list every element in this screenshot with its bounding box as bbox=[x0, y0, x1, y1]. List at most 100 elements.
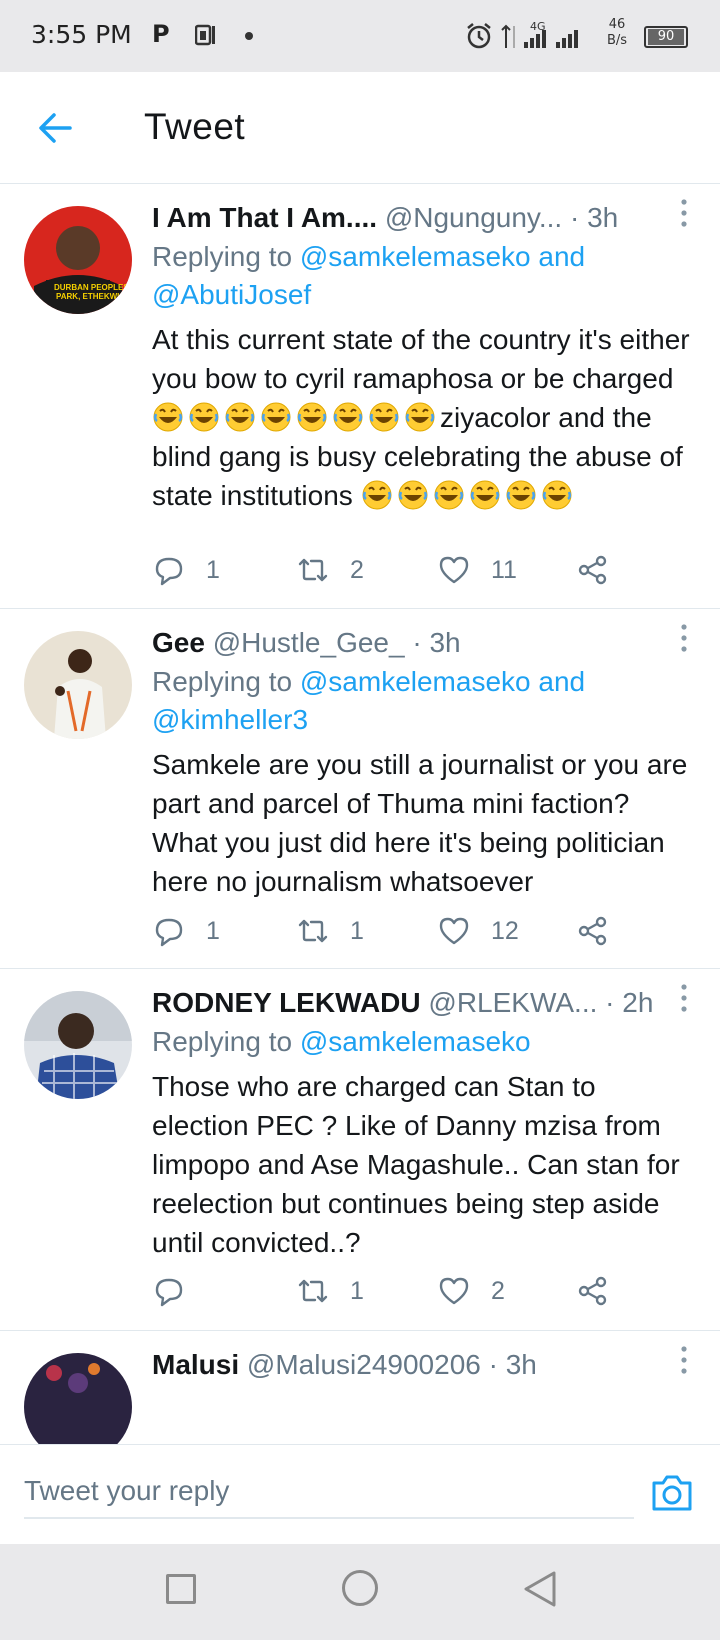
home-button[interactable] bbox=[342, 1570, 378, 1606]
replies-feed[interactable]: DURBAN PEOPLES PARK, ETHEKWI I Am That I… bbox=[0, 184, 720, 1444]
mention-link[interactable]: @samkelemaseko bbox=[300, 1026, 531, 1057]
laughing-emoji-icon bbox=[404, 401, 436, 433]
retweet-icon bbox=[298, 919, 328, 943]
signal-icon: 4G bbox=[501, 20, 578, 48]
share-button[interactable] bbox=[576, 550, 630, 590]
network-speed: 46 B/s bbox=[606, 17, 628, 48]
laughing-emoji-icon bbox=[152, 401, 184, 433]
replying-to: Replying to @samkelemaseko bbox=[152, 1026, 531, 1057]
tweet-text: Samkele are you still a journalist or yo… bbox=[152, 749, 688, 897]
user-handle: @Ngunguny... bbox=[384, 202, 563, 233]
laughing-emoji-icon bbox=[296, 401, 328, 433]
heart-icon bbox=[439, 1277, 469, 1305]
mention-link[interactable]: @samkelemaseko bbox=[300, 666, 531, 697]
laughing-emoji-icon bbox=[361, 479, 393, 511]
timestamp: 3h bbox=[587, 202, 619, 233]
avatar[interactable] bbox=[24, 631, 132, 739]
tweet-header: Gee @Hustle_Gee_ · 3h bbox=[152, 627, 461, 658]
page-title: Tweet bbox=[144, 106, 246, 147]
replying-to: Replying to @samkelemaseko and @kimhelle… bbox=[152, 666, 586, 735]
reply-tweet[interactable]: Gee @Hustle_Gee_ · 3h Replying to @samke… bbox=[0, 609, 720, 969]
reply-composer: Tweet your reply bbox=[0, 1444, 720, 1544]
reply-button[interactable]: 1 bbox=[152, 911, 220, 951]
svg-text:DURBAN PEOPLES: DURBAN PEOPLES bbox=[54, 283, 129, 292]
tweet-actions: 1 1 12 bbox=[152, 911, 622, 951]
like-button[interactable]: 12 bbox=[437, 911, 519, 951]
more-options-icon[interactable] bbox=[674, 623, 694, 653]
tweet-text: At this current state of the country it'… bbox=[152, 324, 690, 511]
notification-dot bbox=[245, 32, 253, 40]
tweet-header: I Am That I Am.... @Ngunguny... · 3h bbox=[152, 202, 619, 233]
tweet-text: Those who are charged can Stan to electi… bbox=[152, 1071, 680, 1258]
tweet-actions: 1 2 11 bbox=[152, 550, 622, 590]
status-bar: 3:55 PM P 4G 46 B/s 90 bbox=[0, 0, 720, 72]
avatar[interactable] bbox=[24, 991, 132, 1099]
like-button[interactable]: 2 bbox=[437, 1271, 505, 1311]
reply-tweet[interactable]: DURBAN PEOPLES PARK, ETHEKWI I Am That I… bbox=[0, 184, 720, 609]
timestamp: 3h bbox=[505, 1349, 537, 1380]
alarm-icon bbox=[467, 23, 491, 49]
laughing-emoji-icon bbox=[469, 479, 501, 511]
share-button[interactable] bbox=[576, 1271, 630, 1311]
share-icon bbox=[578, 1276, 607, 1306]
reply-tweet[interactable]: Malusi @Malusi24900206 · 3h bbox=[0, 1331, 720, 1444]
status-time: 3:55 PM bbox=[31, 20, 132, 49]
tweet-header: Malusi @Malusi24900206 · 3h bbox=[152, 1349, 537, 1380]
reply-input[interactable]: Tweet your reply bbox=[24, 1463, 634, 1519]
share-button[interactable] bbox=[576, 911, 630, 951]
battery-icon: 90 bbox=[644, 26, 688, 48]
retweet-icon bbox=[298, 558, 328, 582]
reply-button[interactable] bbox=[152, 1271, 206, 1311]
laughing-emoji-icon bbox=[433, 479, 465, 511]
heart-icon bbox=[439, 917, 469, 945]
tweet-header: RODNEY LEKWADU @RLEKWA... · 2h bbox=[152, 987, 654, 1018]
retweet-button[interactable]: 2 bbox=[296, 550, 364, 590]
timestamp: 2h bbox=[622, 987, 654, 1018]
battery-level: 90 bbox=[648, 29, 684, 45]
tweet-actions: 1 2 bbox=[152, 1271, 622, 1311]
heart-icon bbox=[439, 556, 469, 584]
mention-link[interactable]: @kimheller3 bbox=[152, 704, 308, 735]
share-icon bbox=[578, 555, 607, 585]
system-nav-bar bbox=[0, 1544, 720, 1640]
avatar[interactable] bbox=[24, 1353, 132, 1444]
display-name: RODNEY LEKWADU bbox=[152, 987, 421, 1018]
retweet-button[interactable]: 1 bbox=[296, 1271, 364, 1311]
back-arrow-icon[interactable] bbox=[34, 106, 78, 150]
display-name: Gee bbox=[152, 627, 205, 658]
laughing-emoji-icon bbox=[505, 479, 537, 511]
top-app-bar: Tweet bbox=[0, 72, 720, 184]
avatar[interactable]: DURBAN PEOPLES PARK, ETHEKWI bbox=[24, 206, 132, 314]
user-handle: @Hustle_Gee_ bbox=[212, 627, 405, 658]
parking-icon: P bbox=[152, 20, 170, 48]
laughing-emoji-icon bbox=[260, 401, 292, 433]
display-name: Malusi bbox=[152, 1349, 240, 1380]
recents-button[interactable] bbox=[166, 1574, 196, 1604]
system-back-icon[interactable] bbox=[522, 1570, 558, 1608]
laughing-emoji-icon bbox=[368, 401, 400, 433]
laughing-emoji-icon bbox=[224, 401, 256, 433]
laughing-emoji-icon bbox=[397, 479, 429, 511]
laughing-emoji-icon bbox=[332, 401, 364, 433]
like-button[interactable]: 11 bbox=[437, 550, 517, 590]
reply-tweet[interactable]: RODNEY LEKWADU @RLEKWA... · 2h Replying … bbox=[0, 969, 720, 1331]
laughing-emoji-icon bbox=[541, 479, 573, 511]
camera-icon[interactable] bbox=[650, 1473, 694, 1513]
share-icon bbox=[578, 916, 607, 946]
more-options-icon[interactable] bbox=[674, 983, 694, 1013]
replying-to: Replying to @samkelemaseko and @AbutiJos… bbox=[152, 241, 586, 310]
retweet-icon bbox=[298, 1279, 328, 1303]
mention-link[interactable]: @samkelemaseko bbox=[300, 241, 531, 272]
timestamp: 3h bbox=[429, 627, 461, 658]
reply-icon bbox=[155, 557, 183, 586]
user-handle: @Malusi24900206 bbox=[246, 1349, 481, 1380]
app-notification-icon bbox=[195, 24, 215, 46]
reply-button[interactable]: 1 bbox=[152, 550, 220, 590]
user-handle: @RLEKWA... bbox=[428, 987, 598, 1018]
more-options-icon[interactable] bbox=[674, 198, 694, 228]
more-options-icon[interactable] bbox=[674, 1345, 694, 1375]
mention-link[interactable]: @AbutiJosef bbox=[152, 279, 311, 310]
retweet-button[interactable]: 1 bbox=[296, 911, 364, 951]
reply-icon bbox=[155, 1278, 183, 1307]
display-name: I Am That I Am.... bbox=[152, 202, 378, 233]
